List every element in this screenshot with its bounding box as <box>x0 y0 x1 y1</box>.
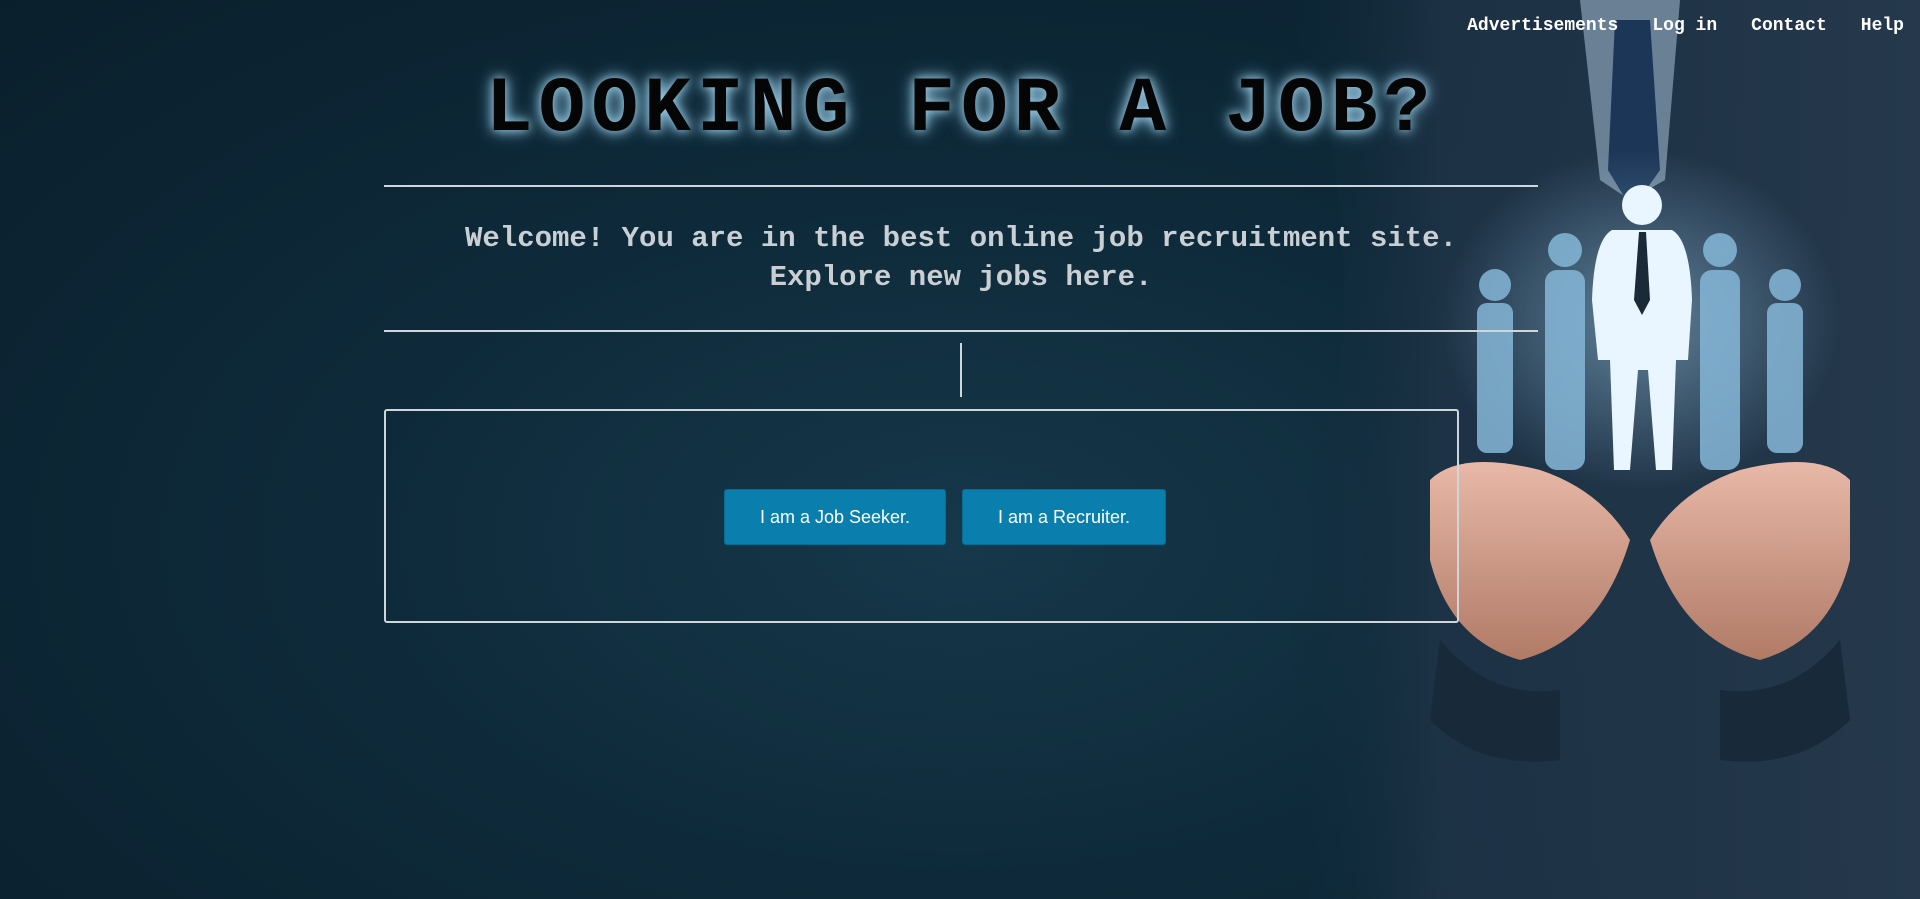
divider-top <box>384 185 1538 187</box>
welcome-line-2: Explore new jobs here. <box>769 261 1153 294</box>
recruiter-button[interactable]: I am a Recruiter. <box>962 489 1166 545</box>
top-navigation: Advertisements Log in Contact Help <box>1467 16 1904 36</box>
hero-title: LOOKING FOR A JOB? <box>485 66 1437 154</box>
welcome-message: Welcome! You are in the best online job … <box>374 219 1548 297</box>
vertical-divider <box>960 343 962 397</box>
nav-login-link[interactable]: Log in <box>1652 16 1717 36</box>
nav-advertisements-link[interactable]: Advertisements <box>1467 16 1618 36</box>
divider-bottom <box>384 330 1538 332</box>
job-seeker-button[interactable]: I am a Job Seeker. <box>724 489 946 545</box>
nav-help-link[interactable]: Help <box>1861 16 1904 36</box>
welcome-line-1: Welcome! You are in the best online job … <box>465 222 1457 255</box>
nav-contact-link[interactable]: Contact <box>1751 16 1827 36</box>
